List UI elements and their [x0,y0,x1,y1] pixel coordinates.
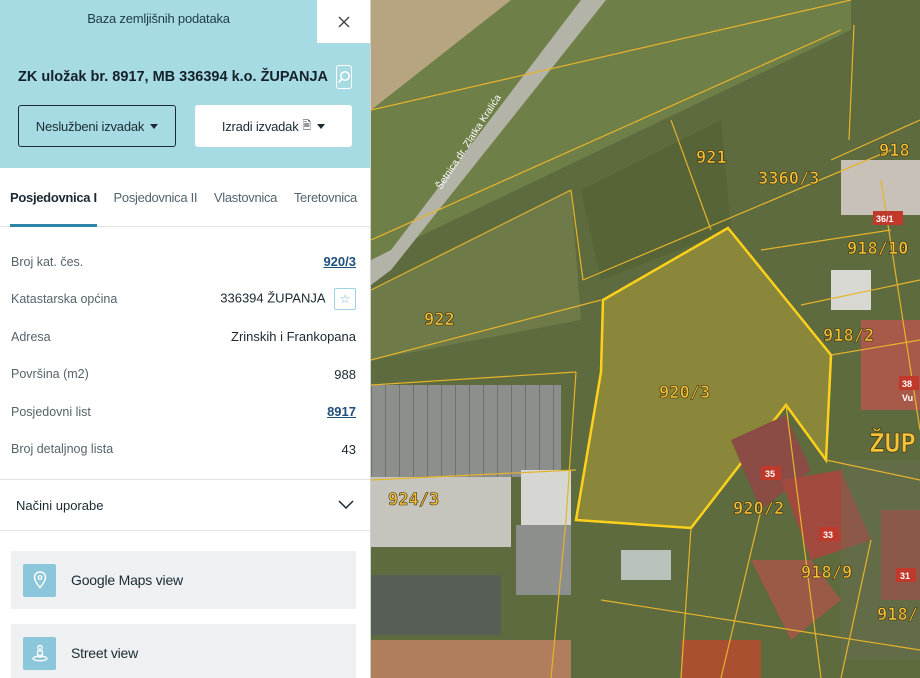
map-view[interactable]: Šetnica dr. Zlatka Kralića 921 3360/3 91… [371,0,920,678]
property-value: 43 [341,441,356,457]
unofficial-extract-label: Neslužbeni izvadak [35,118,145,134]
parcel-label-918-10: 918/10 [847,239,908,259]
property-key: Katastarska općina [11,292,118,307]
parcel-title: ZK uložak br. 8917, MB 336394 k.o. ŽUPAN… [18,69,328,85]
map-canvas[interactable]: Šetnica dr. Zlatka Kralića 921 3360/3 91… [371,0,920,678]
house-number-35: 35 [765,469,775,479]
create-extract-button[interactable]: Izradi izvadak 🖹 [195,105,352,147]
property-row: Posjedovni list 8917 [11,393,356,431]
tab-teretovnica[interactable]: Teretovnica [294,168,357,227]
close-button[interactable] [317,0,370,43]
tab-posjedovnica-1[interactable]: Posjedovnica I [10,168,97,227]
property-row: Broj kat. čes. 920/3 [11,243,356,281]
house-number-38: 38 [902,379,912,389]
accordion-label: Načini uporabe [16,497,104,513]
place-label: ŽUP [869,427,916,459]
property-key: Površina (m2) [11,367,89,382]
caret-down-icon [317,123,326,129]
panel-topbar: Baza zemljišnih podataka [0,0,370,43]
property-value: Zrinskih i Frankopana [231,329,356,345]
parcel-label-920-3: 920/3 [659,383,710,403]
street-view-label: Street view [71,645,139,661]
property-row: Adresa Zrinskih i Frankopana [11,318,356,356]
search-icon [337,71,350,84]
usage-accordion[interactable]: Načini uporabe [0,479,370,531]
caret-down-icon [150,123,159,129]
parcel-label-918-9: 918/9 [801,563,852,583]
search-button[interactable] [335,65,352,89]
house-number-36-1: 36/1 [876,214,894,224]
possession-sheet-link[interactable]: 8917 [327,404,356,419]
street-abbrev: Vu [902,393,913,403]
google-maps-view-label: Google Maps view [71,572,183,588]
parcel-label-920-2: 920/2 [733,499,784,519]
property-row: Katastarska općina 336394 ŽUPANJA ☆ [11,281,356,319]
parcel-label-3360-3: 3360/3 [758,169,819,189]
close-icon [338,16,349,27]
property-value: 336394 ŽUPANJA [220,290,326,306]
property-row: Broj detaljnog lista 43 [11,431,356,469]
property-key: Posjedovni list [11,404,91,419]
parcel-label-921: 921 [696,148,727,168]
app-title: Baza zemljišnih podataka [87,11,230,26]
property-list: Broj kat. čes. 920/3 Katastarska općina … [0,227,370,468]
map-pin-icon [23,563,56,597]
property-key: Broj kat. čes. [11,254,84,269]
property-row: Površina (m2) 988 [11,356,356,394]
property-value: 988 [334,366,356,382]
property-key: Adresa [11,329,51,344]
house-number-33: 33 [823,530,833,540]
tab-bar: Posjedovnica I Posjedovnica II Vlastovni… [0,168,370,227]
google-maps-view-button[interactable]: Google Maps view [11,551,356,609]
house-number-31: 31 [900,571,910,581]
parcel-label-922: 922 [424,310,455,330]
parcel-header: ZK uložak br. 8917, MB 336394 k.o. ŽUPAN… [0,43,370,168]
street-view-button[interactable]: Street view [11,624,356,678]
create-extract-label: Izradi izvadak [221,118,299,134]
parcel-label-918: 918 [879,141,910,161]
favorite-star-button[interactable]: ☆ [334,288,356,311]
chevron-down-icon [338,500,354,510]
cadastral-parcel-link[interactable]: 920/3 [323,254,356,269]
parcel-label-918-partial: 918/ [877,605,918,625]
tab-vlastovnica[interactable]: Vlastovnica [214,168,277,227]
parcel-label-918-2: 918/2 [823,326,874,346]
document-icon: 🖹 [302,119,312,132]
parcel-label-924-3: 924/3 [388,490,439,510]
street-view-icon [23,636,56,670]
info-panel: Baza zemljišnih podataka ZK uložak br. 8… [0,0,371,678]
property-key: Broj detaljnog lista [11,442,114,457]
unofficial-extract-button[interactable]: Neslužbeni izvadak [18,105,176,147]
tab-posjedovnica-2[interactable]: Posjedovnica II [114,168,198,227]
